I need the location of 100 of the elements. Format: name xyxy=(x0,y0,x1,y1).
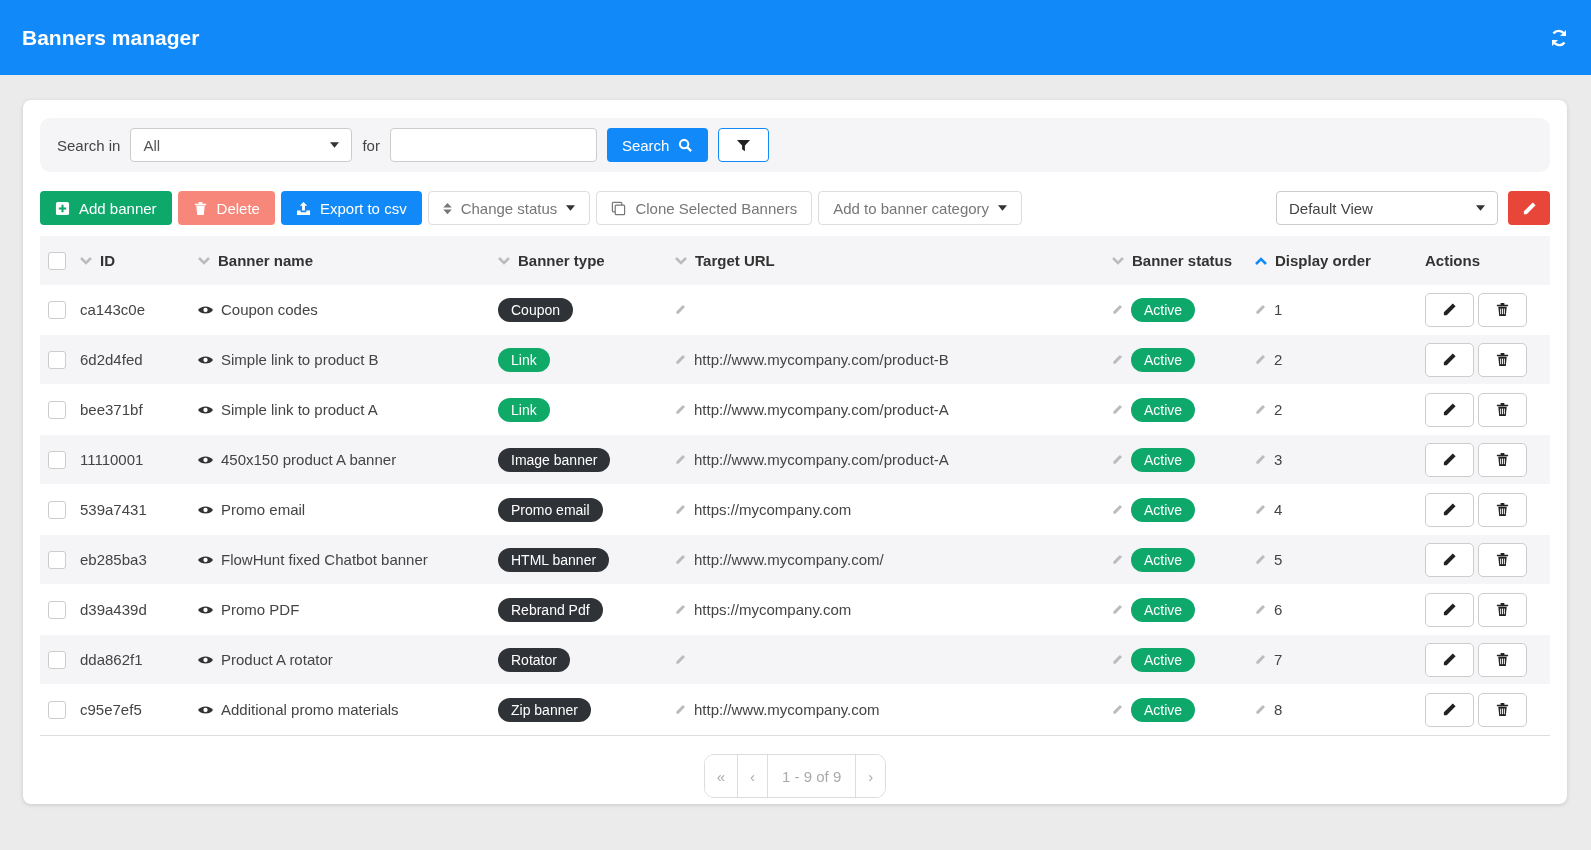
target-url: http://www.mycompany.com/product-B xyxy=(694,351,949,368)
pencil-icon xyxy=(675,304,686,315)
eye-icon[interactable] xyxy=(198,654,213,665)
trash-icon xyxy=(1495,352,1510,367)
pencil-icon xyxy=(675,604,686,615)
edit-view-button[interactable] xyxy=(1508,191,1550,225)
banner-name: Additional promo materials xyxy=(221,701,399,718)
display-order: 6 xyxy=(1274,601,1283,618)
display-order: 2 xyxy=(1274,401,1283,418)
eye-icon[interactable] xyxy=(198,404,213,415)
status-badge: Active xyxy=(1131,547,1196,572)
column-header[interactable]: Banner type xyxy=(518,252,605,269)
column-header[interactable]: ID xyxy=(100,252,115,269)
banner-name: Simple link to product A xyxy=(221,401,378,418)
column-header[interactable]: Banner name xyxy=(218,252,314,269)
pencil-icon xyxy=(675,454,686,465)
row-checkbox[interactable] xyxy=(48,500,66,519)
edit-button[interactable] xyxy=(1425,292,1474,327)
row-checkbox[interactable] xyxy=(48,600,66,619)
status-badge: Active xyxy=(1131,347,1196,372)
edit-button[interactable] xyxy=(1425,542,1474,577)
pencil-icon xyxy=(1255,604,1266,615)
eye-icon[interactable] xyxy=(198,304,213,315)
eye-icon[interactable] xyxy=(198,454,213,465)
target-url: https://mycompany.com xyxy=(694,601,852,618)
column-header[interactable]: Target URL xyxy=(695,252,775,269)
delete-button[interactable] xyxy=(1478,542,1527,577)
select-all-checkbox[interactable] xyxy=(48,251,66,270)
search-in-label: Search in xyxy=(57,136,121,154)
row-checkbox[interactable] xyxy=(48,650,66,669)
row-checkbox[interactable] xyxy=(48,450,66,469)
pencil-icon xyxy=(1112,704,1123,715)
trash-icon xyxy=(1495,552,1510,567)
delete-button[interactable] xyxy=(1478,392,1527,427)
first-page-button[interactable]: « xyxy=(704,755,739,797)
eye-icon[interactable] xyxy=(198,504,213,515)
delete-button[interactable] xyxy=(1478,292,1527,327)
delete-button[interactable] xyxy=(1478,442,1527,477)
target-url: http://www.mycompany.com xyxy=(694,701,880,718)
pencil-icon xyxy=(675,704,686,715)
trash-icon xyxy=(1495,452,1510,467)
pencil-icon xyxy=(675,354,686,365)
search-scope-dropdown[interactable]: All xyxy=(130,128,353,162)
copy-icon xyxy=(611,200,627,216)
search-field[interactable] xyxy=(389,128,597,162)
pencil-icon xyxy=(1255,354,1266,365)
banner-type-badge: Rotator xyxy=(498,647,570,672)
row-checkbox[interactable] xyxy=(48,550,66,569)
row-checkbox[interactable] xyxy=(48,400,66,419)
clone-banners-button[interactable]: Clone Selected Banners xyxy=(596,191,813,225)
column-header[interactable]: Display order xyxy=(1275,252,1371,269)
change-status-dropdown[interactable]: Change status xyxy=(427,191,591,225)
display-order: 2 xyxy=(1274,351,1283,368)
edit-button[interactable] xyxy=(1425,492,1474,527)
pencil-icon xyxy=(1442,702,1457,717)
eye-icon[interactable] xyxy=(198,354,213,365)
edit-button[interactable] xyxy=(1425,342,1474,377)
status-badge: Active xyxy=(1131,497,1196,522)
edit-button[interactable] xyxy=(1425,642,1474,677)
view-dropdown[interactable]: Default View xyxy=(1276,191,1498,225)
for-label: for xyxy=(362,136,380,154)
display-order: 1 xyxy=(1274,301,1283,318)
add-banner-button[interactable]: Add banner xyxy=(40,191,172,225)
delete-button[interactable] xyxy=(1478,492,1527,527)
banner-id: 539a7431 xyxy=(80,501,147,518)
delete-button[interactable] xyxy=(1478,342,1527,377)
banner-type-badge: Coupon xyxy=(498,297,574,322)
edit-button[interactable] xyxy=(1425,592,1474,627)
export-csv-button[interactable]: Export to csv xyxy=(280,191,422,225)
delete-button[interactable] xyxy=(1478,692,1527,727)
row-checkbox[interactable] xyxy=(48,350,66,369)
delete-button[interactable] xyxy=(1478,642,1527,677)
eye-icon[interactable] xyxy=(198,554,213,565)
banner-id: eb285ba3 xyxy=(80,551,147,568)
eye-icon[interactable] xyxy=(198,604,213,615)
trash-icon xyxy=(1495,302,1510,317)
delete-button[interactable] xyxy=(1478,592,1527,627)
edit-button[interactable] xyxy=(1425,692,1474,727)
pencil-icon xyxy=(675,554,686,565)
display-order: 8 xyxy=(1274,701,1283,718)
edit-button[interactable] xyxy=(1425,442,1474,477)
search-button[interactable]: Search xyxy=(606,128,709,162)
page-title: Banners manager xyxy=(22,25,200,50)
column-header[interactable]: Banner status xyxy=(1132,252,1233,269)
banner-name: Promo PDF xyxy=(221,601,300,618)
filter-button[interactable] xyxy=(718,128,770,162)
caret-icon xyxy=(998,205,1008,211)
delete-button[interactable]: Delete xyxy=(177,191,275,225)
status-badge: Active xyxy=(1131,697,1196,722)
refresh-icon[interactable] xyxy=(1549,27,1569,48)
add-to-category-dropdown[interactable]: Add to banner category xyxy=(818,191,1023,225)
row-checkbox[interactable] xyxy=(48,300,66,319)
pencil-icon xyxy=(1112,404,1123,415)
trash-icon xyxy=(1495,502,1510,517)
row-checkbox[interactable] xyxy=(48,700,66,719)
eye-icon[interactable] xyxy=(198,704,213,715)
edit-button[interactable] xyxy=(1425,392,1474,427)
pencil-icon xyxy=(1255,454,1266,465)
trash-icon xyxy=(1495,702,1510,717)
plus-square-icon xyxy=(55,200,70,216)
